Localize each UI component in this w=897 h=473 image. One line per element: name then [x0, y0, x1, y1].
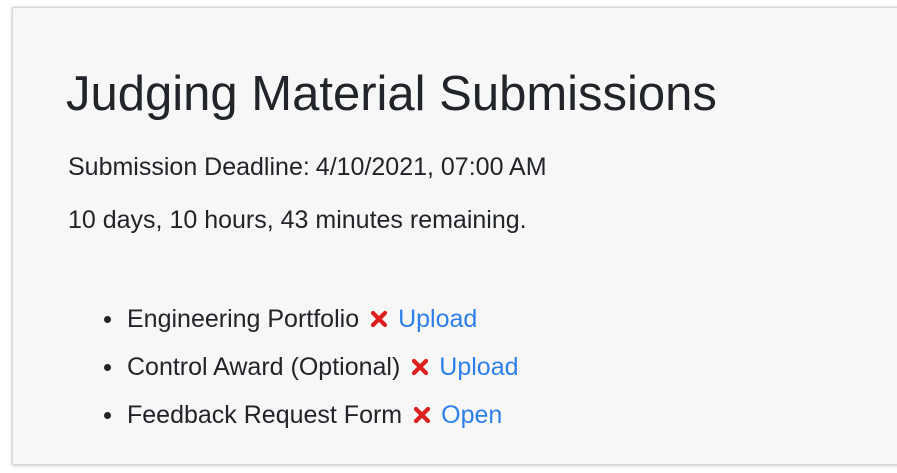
list-item-engineering-portfolio: Engineering Portfolio Upload — [104, 295, 519, 343]
bullet-icon — [104, 315, 111, 323]
x-mark-icon — [414, 406, 431, 424]
submission-deadline: Submission Deadline: 4/10/2021, 07:00 AM — [68, 151, 547, 183]
list-item-control-award: Control Award (Optional) Upload — [104, 343, 519, 391]
item-label: Feedback Request Form — [127, 400, 403, 429]
bullet-icon — [104, 363, 111, 371]
open-feedback-request-form-link[interactable]: Open — [441, 401, 502, 430]
page-title: Judging Material Submissions — [66, 67, 717, 121]
time-remaining: 10 days, 10 hours, 43 minutes remaining. — [68, 206, 527, 234]
list-item-feedback-request-form: Feedback Request Form Open — [104, 391, 519, 439]
submission-list: Engineering Portfolio Upload Control Awa… — [104, 295, 519, 439]
bullet-icon — [104, 411, 111, 419]
item-label: Control Award (Optional) — [127, 352, 401, 381]
deadline-label: Submission Deadline: — [68, 153, 310, 181]
judging-card: Judging Material Submissions Submission … — [12, 7, 897, 465]
x-mark-icon — [370, 310, 388, 328]
upload-control-award-link[interactable]: Upload — [439, 353, 518, 382]
item-label: Engineering Portfolio — [127, 304, 360, 333]
upload-engineering-portfolio-link[interactable]: Upload — [398, 305, 477, 334]
x-mark-icon — [412, 358, 429, 376]
deadline-value: 4/10/2021, 07:00 AM — [315, 153, 547, 181]
